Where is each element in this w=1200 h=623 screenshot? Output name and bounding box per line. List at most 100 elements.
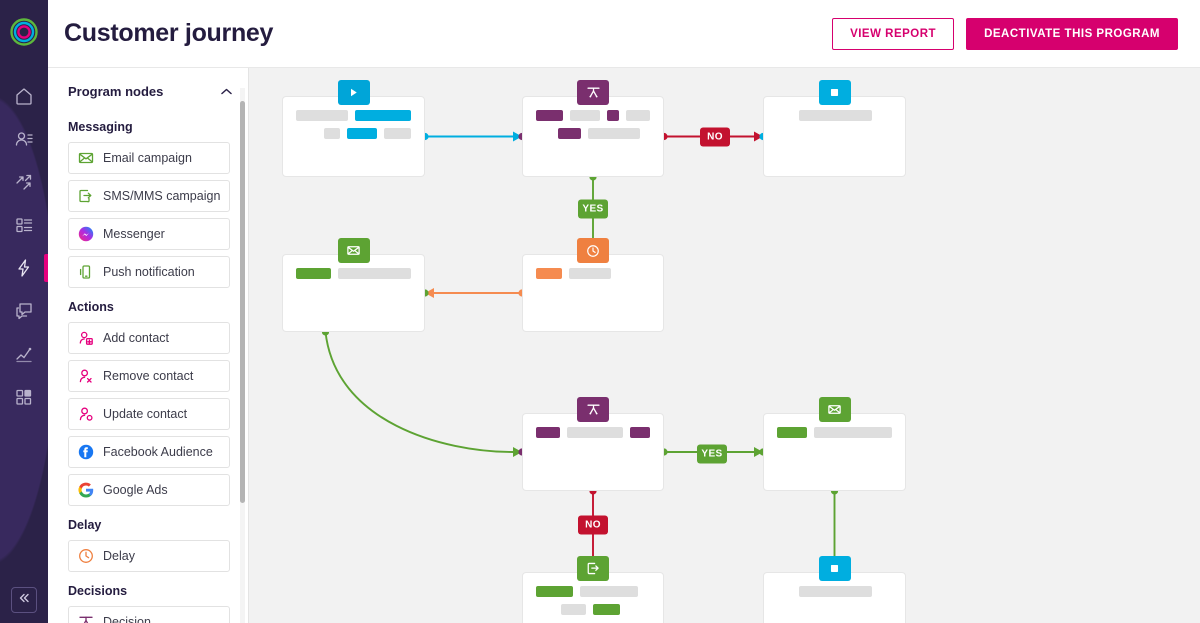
- node-chip-facebook-audience[interactable]: Facebook Audience: [68, 436, 230, 468]
- left-nav-rail: [0, 0, 48, 623]
- panel-title: Program nodes: [68, 83, 164, 99]
- node-bar-row: [536, 128, 650, 139]
- node-chip-label: Messenger: [103, 227, 165, 241]
- node-chip-sms-mms-campaign[interactable]: SMS/MMS campaign: [68, 180, 230, 212]
- node-chip-push-notification[interactable]: Push notification: [68, 256, 230, 288]
- node-bar: [536, 427, 561, 438]
- node-type-icon-play-icon[interactable]: [337, 80, 370, 105]
- rail-item-apps[interactable]: [0, 375, 48, 418]
- rail-icon-list: [0, 74, 48, 418]
- edge-label-no: NO: [578, 515, 608, 535]
- node-bar: [296, 268, 331, 279]
- node-type-icon-decision-fork-icon[interactable]: [577, 397, 609, 422]
- canvas-content: NO YES YES NO: [249, 68, 1200, 623]
- edge-path[interactable]: [324, 331, 514, 453]
- node-type-icon-sms-icon[interactable]: [577, 556, 609, 581]
- node-type-icon-envelope-icon[interactable]: [337, 238, 370, 263]
- collapse-rail-button[interactable]: [11, 587, 37, 613]
- node-chip-label: SMS/MMS campaign: [103, 189, 221, 203]
- node-chip-label: Remove contact: [103, 369, 194, 383]
- node-chip-label: Push notification: [103, 265, 195, 279]
- envelope-icon: [78, 150, 94, 166]
- node-chip-messenger[interactable]: Messenger: [68, 218, 230, 250]
- canvas-node-end2[interactable]: [763, 556, 906, 623]
- canvas-node-start[interactable]: [282, 80, 425, 177]
- node-chip-google-ads[interactable]: Google Ads: [68, 474, 230, 506]
- edge-label-no: NO: [700, 127, 730, 147]
- rail-item-home[interactable]: [0, 74, 48, 117]
- node-bar: [593, 604, 620, 615]
- node-bar-row: [777, 110, 892, 121]
- node-bar: [567, 427, 623, 438]
- node-chip-remove-contact[interactable]: Remove contact: [68, 360, 230, 392]
- node-bar: [569, 268, 611, 279]
- node-bar: [536, 110, 564, 121]
- canvas-node-decision2[interactable]: [522, 397, 664, 491]
- node-bar: [536, 268, 562, 279]
- node-bar-row: [536, 604, 650, 615]
- canvas-node-decision1[interactable]: [522, 80, 664, 177]
- node-group-title: Delay: [68, 518, 102, 532]
- node-bar-row: [536, 110, 651, 121]
- rail-item-lists[interactable]: [0, 203, 48, 246]
- main-area: Customer journey VIEW REPORT DEACTIVATE …: [48, 0, 1200, 623]
- rail-item-conversations[interactable]: [0, 289, 48, 332]
- page-title: Customer journey: [64, 19, 274, 47]
- node-bar: [799, 110, 872, 121]
- edge-label-yes: YES: [697, 444, 727, 464]
- node-type-icon-stop-icon[interactable]: [818, 80, 851, 105]
- decision-fork-icon: [78, 614, 94, 623]
- node-chip-delay[interactable]: Delay: [68, 540, 230, 572]
- edge-label-yes: YES: [578, 199, 608, 219]
- user-update-icon: [78, 406, 94, 422]
- node-bar: [625, 110, 651, 121]
- facebook-icon: [78, 444, 94, 460]
- node-chip-label: Decision: [103, 615, 151, 623]
- canvas-node-sms1[interactable]: [522, 556, 664, 623]
- canvas-node-email1[interactable]: [282, 238, 425, 332]
- deactivate-program-button[interactable]: DEACTIVATE THIS PROGRAM: [966, 17, 1178, 50]
- node-chip-update-contact[interactable]: Update contact: [68, 398, 230, 430]
- target-rings-logo[interactable]: [10, 18, 38, 46]
- node-bar: [337, 268, 411, 279]
- node-chip-label: Google Ads: [103, 483, 168, 497]
- node-type-icon-decision-fork-icon[interactable]: [577, 80, 609, 105]
- user-remove-icon: [78, 368, 94, 384]
- node-chip-email-campaign[interactable]: Email campaign: [68, 142, 230, 174]
- node-type-icon-clock-icon[interactable]: [577, 238, 609, 263]
- canvas-node-delay1[interactable]: [522, 238, 664, 332]
- workspace: Program nodes Messaging Email campaign SMS…: [48, 68, 1200, 623]
- node-chip-add-contact[interactable]: Add contact: [68, 322, 230, 354]
- node-type-icon-envelope-icon[interactable]: [818, 397, 851, 422]
- node-bar: [558, 128, 581, 139]
- program-nodes-header[interactable]: Program nodes: [48, 68, 248, 108]
- node-bar: [355, 110, 411, 121]
- node-type-icon-stop-icon[interactable]: [818, 556, 851, 581]
- rail-item-automation[interactable]: [0, 246, 48, 289]
- rail-item-campaigns[interactable]: [0, 160, 48, 203]
- canvas-node-email2[interactable]: [763, 397, 906, 491]
- arrows-trend-icon: [14, 172, 34, 192]
- messenger-icon: [78, 226, 94, 242]
- node-bar: [588, 128, 640, 139]
- rail-item-contacts[interactable]: [0, 117, 48, 160]
- node-bar: [347, 128, 377, 139]
- node-chip-label: Delay: [103, 549, 135, 563]
- home-icon: [14, 86, 34, 106]
- user-add-icon: [78, 330, 94, 346]
- node-bar-row: [536, 586, 650, 597]
- canvas-node-end1[interactable]: [763, 80, 906, 177]
- chevron-up-icon[interactable]: [221, 82, 232, 100]
- panel-scrollbar-thumb[interactable]: [240, 101, 245, 503]
- google-icon: [78, 482, 94, 498]
- node-chip-decision[interactable]: Decision: [68, 606, 230, 623]
- program-nodes-panel: Program nodes Messaging Email campaign SMS…: [48, 68, 249, 623]
- rail-item-analytics[interactable]: [0, 332, 48, 375]
- view-report-button[interactable]: VIEW REPORT: [832, 17, 955, 50]
- header-actions: VIEW REPORT DEACTIVATE THIS PROGRAM: [832, 17, 1178, 50]
- node-bar: [296, 110, 349, 121]
- journey-canvas[interactable]: NO YES YES NO: [249, 68, 1200, 623]
- mobile-push-icon: [78, 264, 94, 280]
- node-bar-row: [296, 128, 411, 139]
- node-bar-row: [296, 268, 411, 279]
